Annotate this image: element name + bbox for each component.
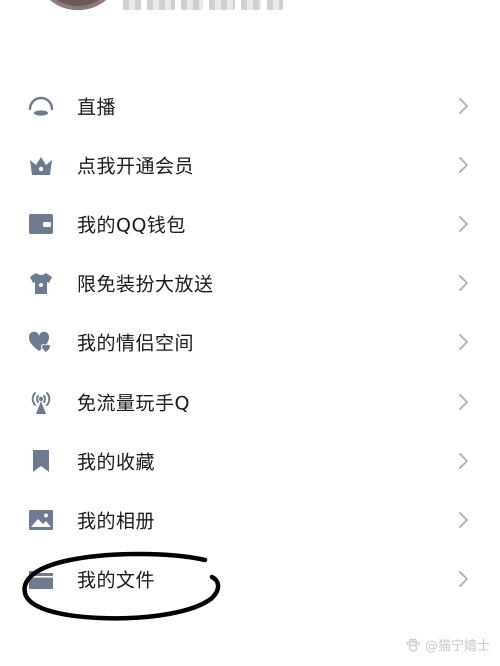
watermark: @猫宁嬉士 — [405, 635, 490, 654]
paw-icon — [406, 638, 420, 652]
crown-icon — [27, 151, 55, 179]
menu-item-label: 我的收藏 — [77, 451, 156, 474]
menu-item-label: 直播 — [77, 96, 117, 119]
menu-item-couple-space[interactable]: 我的情侣空间 — [0, 313, 500, 372]
chevron-right-icon — [456, 392, 470, 412]
chevron-right-icon — [456, 214, 470, 234]
menu-item-label: 我的文件 — [77, 569, 156, 592]
menu-item-label: 免流量玩手Q — [77, 392, 190, 415]
folder-icon — [27, 565, 55, 593]
photo-icon — [27, 506, 55, 534]
menu-item-live[interactable]: 直播 — [0, 76, 500, 135]
side-menu-list: 直播 点我开通会员 我的QQ钱包 限免装扮大放送 我的情侣空间 免流量玩手Q 我… — [0, 76, 500, 609]
username-redacted — [123, 0, 283, 10]
chevron-right-icon — [456, 155, 470, 175]
qq-side-menu-page: 直播 点我开通会员 我的QQ钱包 限免装扮大放送 我的情侣空间 免流量玩手Q 我… — [0, 0, 500, 666]
menu-item-label: 我的QQ钱包 — [77, 214, 186, 237]
menu-item-files[interactable]: 我的文件 — [0, 550, 500, 609]
live-icon — [27, 92, 55, 120]
menu-item-label: 我的情侣空间 — [77, 332, 195, 355]
chevron-right-icon — [456, 96, 470, 116]
wallet-icon — [27, 210, 55, 238]
bookmark-icon — [27, 447, 55, 475]
couple-hearts-icon — [27, 328, 55, 356]
menu-item-label: 点我开通会员 — [77, 155, 195, 178]
chevron-right-icon — [456, 332, 470, 352]
menu-item-wallet[interactable]: 我的QQ钱包 — [0, 194, 500, 253]
chevron-right-icon — [456, 451, 470, 471]
chevron-right-icon — [456, 569, 470, 589]
menu-item-outfits[interactable]: 限免装扮大放送 — [0, 254, 500, 313]
menu-item-favorites[interactable]: 我的收藏 — [0, 431, 500, 490]
menu-item-label: 我的相册 — [77, 510, 156, 533]
signal-tower-icon — [27, 388, 55, 416]
chevron-right-icon — [456, 273, 470, 293]
avatar[interactable] — [38, 0, 118, 10]
menu-item-free-data[interactable]: 免流量玩手Q — [0, 372, 500, 431]
menu-item-label: 限免装扮大放送 — [77, 273, 214, 296]
watermark-text: @猫宁嬉士 — [424, 639, 490, 654]
tshirt-icon — [27, 269, 55, 297]
menu-item-album[interactable]: 我的相册 — [0, 490, 500, 549]
menu-item-vip[interactable]: 点我开通会员 — [0, 135, 500, 194]
chevron-right-icon — [456, 510, 470, 530]
